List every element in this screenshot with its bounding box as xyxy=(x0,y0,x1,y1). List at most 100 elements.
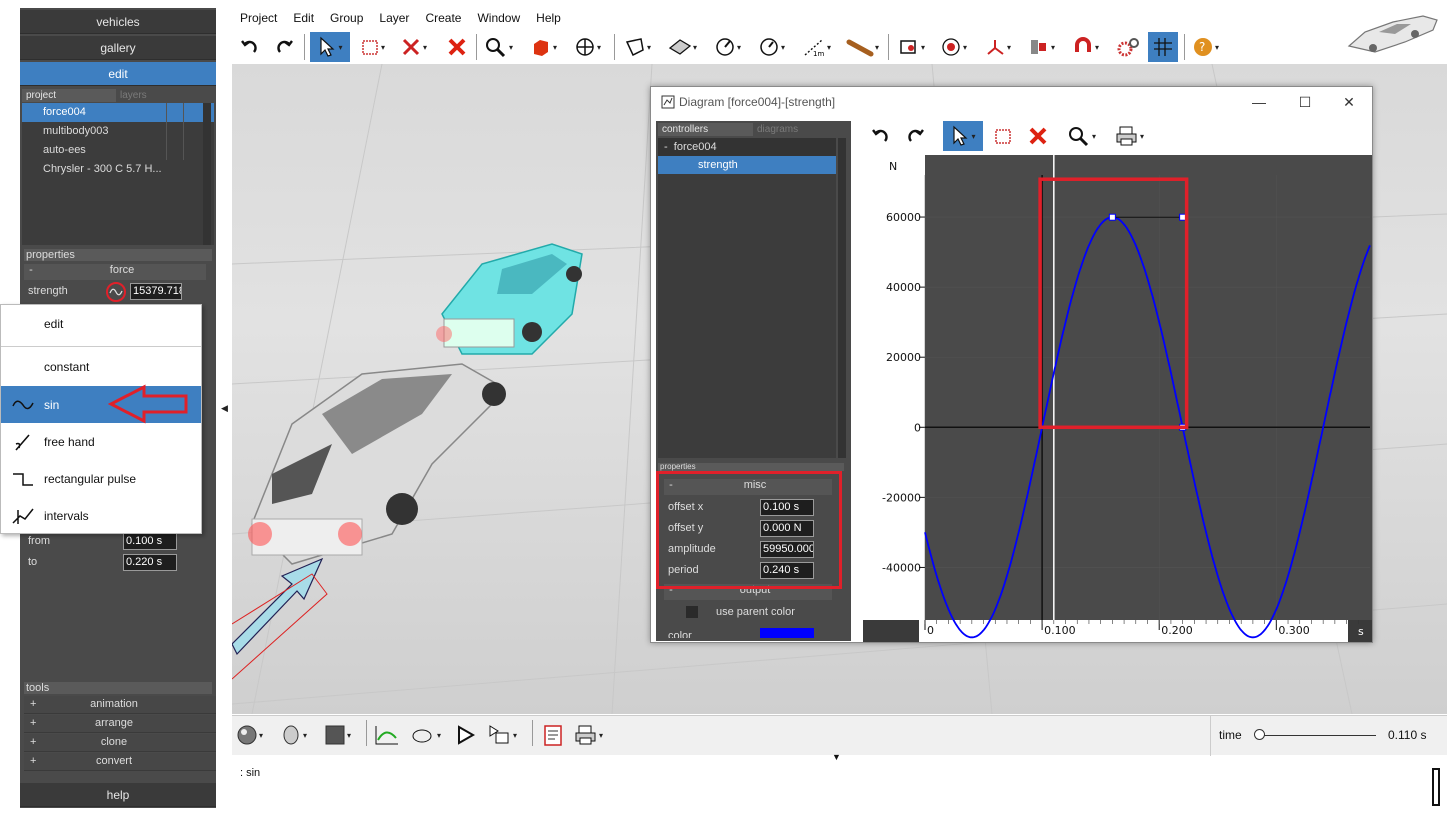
maximize-icon[interactable]: ☐ xyxy=(1285,90,1325,114)
zoom-icon[interactable]: ▾ xyxy=(484,32,513,62)
diagram-redo-icon[interactable] xyxy=(905,121,927,151)
undo-icon[interactable] xyxy=(238,32,260,62)
menu-create[interactable]: Create xyxy=(417,8,469,28)
print-icon[interactable]: ▾ xyxy=(574,720,603,750)
tube-icon[interactable]: ▾ xyxy=(846,32,879,62)
to-value[interactable]: 0.220 s xyxy=(123,554,177,571)
strength-value[interactable]: 15379.718 xyxy=(130,283,182,300)
diagram-window-icon xyxy=(661,95,675,112)
diagram-undo-icon[interactable] xyxy=(869,121,891,151)
tab-diagrams[interactable]: diagrams xyxy=(753,123,844,136)
sin-controller-icon[interactable] xyxy=(106,282,126,305)
help-button[interactable]: help xyxy=(20,783,216,807)
help-icon[interactable]: ? ▾ xyxy=(1192,32,1219,62)
plane-icon[interactable]: ▾ xyxy=(668,32,697,62)
move-icon[interactable]: ▾ xyxy=(574,32,601,62)
cube-icon[interactable]: ▾ xyxy=(530,32,557,62)
menu-help[interactable]: Help xyxy=(528,8,569,28)
diagram-rect-select-icon[interactable] xyxy=(993,121,1013,151)
menu-window[interactable]: Window xyxy=(469,8,528,28)
minimize-icon[interactable]: — xyxy=(1239,90,1279,114)
cyan-car[interactable] xyxy=(436,243,583,355)
menu-item-rectangular-pulse[interactable]: rectangular pulse xyxy=(1,460,201,497)
tree-item-strength[interactable]: strength xyxy=(658,156,836,174)
menu-item-edit[interactable]: edit xyxy=(1,305,201,342)
to-row: to 0.220 s xyxy=(24,553,206,573)
strength-row: strength 15379.718 xyxy=(24,282,206,302)
menu-layer[interactable]: Layer xyxy=(371,8,417,28)
tool-convert[interactable]: + convert xyxy=(24,753,216,771)
time-value: 0.110 s xyxy=(1388,728,1427,742)
tree-scrollbar[interactable] xyxy=(838,138,846,458)
collapse-left-icon[interactable]: ◀ xyxy=(221,403,228,414)
select-tool-icon[interactable]: ▾ xyxy=(310,32,350,62)
material-sphere-icon[interactable]: ▾ xyxy=(236,720,263,750)
menu-group[interactable]: Group xyxy=(322,8,371,28)
vehicles-button[interactable]: vehicles xyxy=(20,10,216,34)
expand-down-icon[interactable]: ▼ xyxy=(832,752,841,762)
tool-arrange[interactable]: + arrange xyxy=(24,715,216,733)
tab-layers[interactable]: layers xyxy=(116,89,210,102)
gallery-button[interactable]: gallery xyxy=(20,36,216,60)
grid-icon[interactable] xyxy=(1148,32,1178,62)
record-icon[interactable]: ▾ xyxy=(488,720,517,750)
project-scrollbar[interactable] xyxy=(203,103,211,245)
function-plot[interactable]: s N 60000 40000 20000 0 -20000 -40000 0 0.100 0.20… xyxy=(863,155,1372,642)
measure-icon[interactable]: 1m ▾ xyxy=(802,32,831,62)
color-square-icon[interactable]: ▾ xyxy=(324,720,351,750)
menu-edit[interactable]: Edit xyxy=(285,8,322,28)
joint-icon[interactable]: ▾ xyxy=(1028,32,1055,62)
edit-button[interactable]: edit xyxy=(20,62,216,86)
polygon-icon[interactable]: ▾ xyxy=(624,32,651,62)
delete-icon[interactable] xyxy=(446,32,468,62)
diagram-delete-icon[interactable] xyxy=(1027,121,1049,151)
diagram-print-icon[interactable]: ▾ xyxy=(1115,121,1144,151)
angle-icon[interactable]: ▾ xyxy=(714,32,741,62)
menu-item-constant[interactable]: constant xyxy=(1,348,201,385)
app-logo-car-icon xyxy=(1347,15,1438,53)
project-item[interactable]: multibody003 xyxy=(22,122,214,141)
diagram-zoom-icon[interactable]: ▾ xyxy=(1067,121,1096,151)
color-swatch[interactable] xyxy=(760,628,814,638)
force-group[interactable]: - force xyxy=(24,264,206,280)
project-item[interactable]: Chrysler - 300 C 5.7 H... xyxy=(22,160,214,179)
menu-item-intervals[interactable]: intervals xyxy=(1,497,201,534)
settings-gears-icon[interactable] xyxy=(1116,32,1140,62)
magnet-icon[interactable]: ▾ xyxy=(1072,32,1099,62)
white-car[interactable] xyxy=(248,363,506,565)
project-item[interactable]: force004 xyxy=(22,103,214,122)
status-text: : sin xyxy=(240,767,261,779)
redo-icon[interactable] xyxy=(274,32,296,62)
animation-icon[interactable]: ▾ xyxy=(410,720,441,750)
from-value[interactable]: 0.100 s xyxy=(123,533,177,550)
tree-item-force004[interactable]: - force004 xyxy=(658,138,836,156)
use-parent-color-checkbox[interactable] xyxy=(686,606,698,618)
tool-animation[interactable]: + animation xyxy=(24,696,216,714)
y-tick-label: 0 xyxy=(914,421,921,434)
menu-project[interactable]: Project xyxy=(232,8,285,28)
time-slider-track[interactable] xyxy=(1256,735,1376,736)
report-icon[interactable] xyxy=(542,720,564,750)
gauge-icon[interactable]: ▾ xyxy=(758,32,785,62)
target-icon[interactable]: ▾ xyxy=(940,32,967,62)
play-icon[interactable] xyxy=(454,720,476,750)
color-row: color xyxy=(664,624,834,638)
graph-icon[interactable] xyxy=(374,720,400,750)
project-item[interactable]: auto-ees xyxy=(22,141,214,160)
rect-select-icon[interactable]: ▾ xyxy=(360,32,385,62)
time-slider-handle[interactable] xyxy=(1254,729,1265,740)
tool-clone[interactable]: + clone xyxy=(24,734,216,752)
diagram-select-icon[interactable]: ▾ xyxy=(943,121,983,151)
head-icon[interactable]: ▾ xyxy=(280,720,307,750)
annotation-arrow-icon xyxy=(108,384,188,424)
resize-handle[interactable] xyxy=(1432,768,1440,806)
close-icon[interactable]: ✕ xyxy=(1329,90,1369,114)
diagram-side-panel: controllers diagrams - force004 strength… xyxy=(656,121,851,641)
axes-icon[interactable]: ▾ xyxy=(984,32,1011,62)
camera-icon[interactable]: ▾ xyxy=(898,32,925,62)
y-tick-label: 20000 xyxy=(886,351,921,364)
delete-select-icon[interactable]: ▾ xyxy=(400,32,427,62)
tab-project[interactable]: project xyxy=(22,89,116,102)
menu-item-free-hand[interactable]: free hand xyxy=(1,423,201,460)
tab-controllers[interactable]: controllers xyxy=(658,123,753,136)
